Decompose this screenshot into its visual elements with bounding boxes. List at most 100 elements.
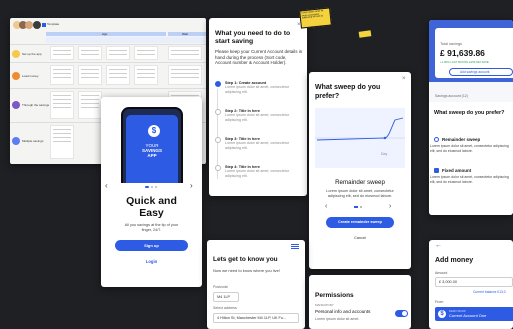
chevron-right-icon[interactable]: › <box>190 181 193 190</box>
address-select[interactable]: 4 Hilton St, Manchester M4 1LP, UK Fu... <box>213 313 299 323</box>
avatar <box>25 21 33 29</box>
option-desc: Lorem ipsum dolor sit amet, consectetur … <box>430 175 509 184</box>
page-title: Add money <box>435 257 474 264</box>
row-label: Multiple savings <box>22 139 44 143</box>
option-desc: Lorem ipsum dolor sit amet, consectetur … <box>326 189 394 198</box>
subtitle: All you savings at the tip of your finge… <box>124 223 179 232</box>
phone-brand: YOUR SAVINGS APP <box>142 143 162 159</box>
step-item: Step 2: Title in here Lorem ipsum dolor s… <box>215 109 301 129</box>
permissions-card: Permissions MANDATORY Personal info and … <box>309 275 411 329</box>
emoji-icon <box>12 101 20 109</box>
emoji-icon <box>12 72 20 80</box>
create-remainder-sweep-button[interactable]: Create remainder sweep <box>326 217 394 228</box>
emoji-icon <box>12 50 20 58</box>
carousel-dot[interactable] <box>151 186 153 188</box>
carousel-dot-active[interactable] <box>354 206 358 208</box>
postcode-label: Postcode <box>213 285 228 289</box>
row-label: Set up the app <box>22 52 42 56</box>
note-card <box>168 46 202 60</box>
permission-title: Personal info and accounts <box>315 309 371 314</box>
total-value: £ 91,639.86 <box>440 48 485 58</box>
bank-icon: $ <box>438 310 446 318</box>
back-arrow-icon[interactable]: ← <box>435 242 442 249</box>
page-title: Quick and Easy <box>126 195 177 219</box>
option-title: Remainder sweep <box>335 179 385 186</box>
address-label: Select address <box>213 306 237 310</box>
note-card <box>50 65 74 85</box>
savings-card: Total savings £ 91,639.86 +1.60% LAST MO… <box>429 20 513 215</box>
step-item: Step 3: Title in here Lorem ipsum dolor s… <box>215 137 301 157</box>
from-label: From <box>435 300 444 304</box>
add-savings-account-button[interactable]: Add savings account <box>449 68 513 76</box>
note-card <box>78 46 102 60</box>
amount-label: Amount <box>435 271 448 275</box>
total-savings-panel: Total savings £ 91,639.86 +1.60% LAST MO… <box>435 28 513 78</box>
note-card <box>50 91 74 119</box>
sweep-sheet: What sweep do you prefer? Remainder swee… <box>429 102 513 215</box>
option-title[interactable]: Remainder sweep <box>442 137 480 142</box>
clock-icon <box>434 137 439 142</box>
step-item: Step 4: Title in here Lorem ipsum dolor s… <box>215 165 301 185</box>
intro-text: Please keep your Current Account details… <box>215 49 303 66</box>
option-desc: Lorem ipsum dolor sit amet, consectetur … <box>430 144 509 153</box>
onboarding-card: $ YOUR SAVINGS APP ‹ › Quick and Easy Al… <box>101 97 202 287</box>
row-label: Load money <box>22 74 39 78</box>
note-card <box>134 46 158 60</box>
emoji-icon <box>12 137 20 145</box>
permission-toggle[interactable] <box>395 310 408 317</box>
template-icon <box>42 23 46 27</box>
carousel-dot-active[interactable] <box>145 186 149 188</box>
page-title: What you need to do to start saving <box>215 30 291 45</box>
note-card <box>168 65 202 85</box>
sticky-note: Lorem ipsum dolor sit amet consectetur a… <box>299 7 332 29</box>
page-title: What sweep do you prefer? <box>315 84 381 100</box>
account-name: Current Account One <box>449 313 487 318</box>
carousel-dot[interactable] <box>360 206 362 208</box>
cancel-link[interactable]: Cancel <box>309 236 411 240</box>
note-card <box>78 91 102 119</box>
avatar <box>33 21 41 29</box>
chevron-left-icon[interactable]: ‹ <box>325 203 327 210</box>
steps-card: × What you need to do to start saving Pl… <box>209 18 307 196</box>
login-link[interactable]: Login <box>101 259 202 264</box>
sheet-title: What sweep do you prefer? <box>434 110 505 116</box>
note-card <box>106 65 130 85</box>
postcode-input[interactable]: M4 1LP <box>213 292 239 302</box>
mandatory-label: MANDATORY <box>315 303 334 307</box>
option-title[interactable]: Fixed amount <box>442 168 471 173</box>
from-account-select[interactable]: $ DEMO BANK Current Account One <box>435 307 513 321</box>
dollar-coin-icon: $ <box>148 125 160 137</box>
address-card: Lets get to know you Now we need to know… <box>207 240 305 329</box>
sign-up-button[interactable]: Sign up <box>115 240 188 251</box>
note-card <box>134 65 158 85</box>
header-subrow <box>46 37 206 43</box>
check-icon <box>215 81 221 87</box>
close-icon[interactable]: × <box>402 76 406 82</box>
phone-mockup: $ YOUR SAVINGS APP <box>121 107 183 183</box>
carousel-dot[interactable] <box>155 186 157 188</box>
sweep-chart: Day <box>315 108 405 168</box>
step-item: Step 1: Create account Lorem ipsum dolor … <box>215 81 301 101</box>
header-app: App <box>46 32 166 36</box>
rate-line: +1.60% LAST MONTH £150,932 SAVE <box>440 60 489 64</box>
page-title: Lets get to know you <box>213 256 278 263</box>
total-label: Total savings <box>440 42 462 46</box>
permission-desc: Lorem ipsum dolor sit amet. <box>315 317 360 321</box>
chevron-left-icon[interactable]: ‹ <box>105 181 108 190</box>
amount-input[interactable]: £ 3,000.00 <box>435 277 513 287</box>
subtitle: Now we need to know where you live! <box>213 268 280 273</box>
add-money-card: ← Add money Amount £ 3,000.00 Current ba… <box>429 240 513 329</box>
step-dot-icon <box>215 137 221 143</box>
note-card <box>78 65 102 85</box>
chevron-right-icon[interactable]: › <box>389 203 391 210</box>
header-web: Web <box>168 32 206 36</box>
row-label: Through the savings <box>22 103 50 107</box>
note-card <box>50 46 74 60</box>
note-card <box>106 46 130 60</box>
menu-icon[interactable] <box>291 244 299 245</box>
wallet-icon <box>434 168 439 173</box>
page-title: Permissions <box>315 292 354 299</box>
sticky-note-small <box>358 30 372 38</box>
note-card <box>50 125 74 159</box>
chart-axis-label: Day <box>381 152 388 156</box>
